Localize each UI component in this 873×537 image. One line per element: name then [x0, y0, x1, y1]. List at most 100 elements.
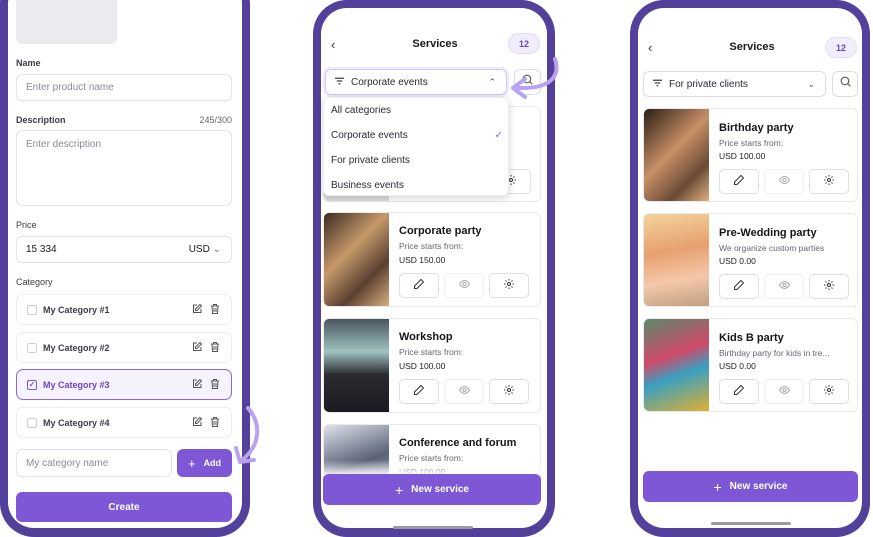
category-item[interactable]: ✓ My Category #3: [16, 369, 232, 400]
service-image: [324, 213, 389, 306]
new-service-button[interactable]: + New service: [643, 471, 858, 502]
chevron-down-icon: ⌄: [807, 78, 815, 89]
name-input[interactable]: Enter product name: [16, 74, 232, 101]
trash-icon[interactable]: [209, 378, 221, 392]
checkbox[interactable]: [27, 304, 37, 315]
settings-button[interactable]: [809, 379, 849, 404]
eye-icon: [778, 383, 791, 401]
edit-button[interactable]: [719, 169, 759, 194]
image-placeholder[interactable]: [16, 0, 117, 44]
settings-button[interactable]: [489, 273, 529, 298]
service-title: Kids B party: [719, 332, 784, 344]
description-counter: 245/300: [199, 115, 232, 125]
eye-icon: [458, 383, 471, 401]
category-name-input[interactable]: My category name: [16, 449, 172, 477]
category-item-label: My Category #1: [43, 304, 110, 315]
edit-button[interactable]: [719, 274, 759, 299]
option-label: Corporate events: [331, 130, 408, 141]
edit-button[interactable]: [719, 379, 759, 404]
edit-icon[interactable]: [191, 416, 203, 430]
back-icon[interactable]: ‹: [331, 37, 335, 52]
preview-button[interactable]: [764, 379, 804, 404]
service-subtitle: Price starts from:: [399, 347, 464, 357]
service-price: USD 100.00: [719, 151, 766, 161]
filter-icon: [334, 76, 345, 89]
service-subtitle: Birthday party for kids in tre...: [719, 348, 830, 358]
service-price: USD 150.00: [399, 255, 446, 265]
service-title: Pre-Wedding party: [719, 227, 817, 239]
filter-value: For private clients: [669, 78, 748, 90]
service-card[interactable]: Pre-Wedding party We organize custom par…: [643, 213, 858, 307]
service-title: Conference and forum: [399, 437, 517, 449]
dropdown-option[interactable]: Business events: [331, 180, 503, 191]
category-label: Category: [16, 277, 53, 287]
checkbox[interactable]: [27, 417, 37, 428]
description-textarea[interactable]: Enter description: [16, 130, 232, 206]
gear-icon: [823, 173, 835, 191]
service-price: USD 0.00: [719, 361, 756, 371]
category-item[interactable]: My Category #2: [16, 332, 232, 363]
chevron-up-icon: ⌃: [488, 76, 496, 87]
preview-button[interactable]: [444, 273, 484, 298]
service-card[interactable]: Birthday party Price starts from: USD 10…: [643, 108, 858, 202]
service-price: USD 100.00: [399, 361, 446, 371]
trash-icon[interactable]: [209, 341, 221, 355]
settings-button[interactable]: [809, 274, 849, 299]
annotation-arrow-icon: [511, 57, 559, 99]
dropdown-option[interactable]: All categories: [331, 105, 503, 116]
preview-button[interactable]: [764, 169, 804, 194]
preview-button[interactable]: [444, 379, 484, 404]
eye-icon: [778, 278, 791, 296]
trash-icon[interactable]: [209, 416, 221, 430]
category-filter-dropdown[interactable]: Corporate events ⌃: [325, 69, 507, 95]
category-item-label: My Category #2: [43, 342, 110, 353]
create-button[interactable]: Create: [16, 492, 232, 522]
pencil-icon: [413, 383, 425, 401]
gear-icon: [823, 383, 835, 401]
search-button[interactable]: [832, 71, 858, 97]
edit-icon[interactable]: [191, 378, 203, 392]
service-title: Corporate party: [399, 225, 482, 237]
pencil-icon: [733, 173, 745, 191]
filter-value: Corporate events: [351, 76, 428, 88]
edit-button[interactable]: [399, 273, 439, 298]
preview-button[interactable]: [764, 274, 804, 299]
add-label: Add: [203, 458, 222, 468]
plus-icon: +: [394, 481, 404, 498]
category-filter-dropdown[interactable]: For private clients ⌄: [643, 71, 826, 97]
checkbox-checked[interactable]: ✓: [27, 379, 37, 390]
service-image: [644, 109, 709, 201]
edit-icon[interactable]: [191, 341, 203, 355]
trash-icon[interactable]: [209, 303, 221, 317]
settings-button[interactable]: [809, 169, 849, 194]
service-card[interactable]: Corporate party Price starts from: USD 1…: [323, 212, 541, 307]
eye-icon: [458, 277, 471, 295]
home-indicator: [711, 522, 791, 525]
search-icon: [839, 75, 852, 93]
dropdown-option[interactable]: For private clients: [331, 155, 503, 166]
currency-select[interactable]: USD ⌄: [189, 244, 221, 255]
name-label: Name: [16, 58, 41, 68]
back-icon[interactable]: ‹: [648, 40, 652, 55]
service-title: Workshop: [399, 331, 453, 343]
edit-button[interactable]: [399, 379, 439, 404]
count-badge: 12: [508, 33, 540, 54]
service-card[interactable]: Kids B party Birthday party for kids in …: [643, 318, 858, 412]
option-label: For private clients: [331, 155, 410, 166]
gear-icon: [503, 277, 515, 295]
category-item[interactable]: My Category #4: [16, 407, 232, 438]
service-price: USD 0.00: [719, 256, 756, 266]
new-service-button[interactable]: + New service: [323, 474, 541, 505]
category-item-label: My Category #4: [43, 417, 110, 428]
settings-button[interactable]: [489, 379, 529, 404]
pencil-icon: [733, 383, 745, 401]
price-input[interactable]: 15 334 USD ⌄: [16, 236, 232, 263]
category-item[interactable]: My Category #1: [16, 294, 232, 325]
add-category-button[interactable]: + Add: [177, 449, 232, 477]
checkbox[interactable]: [27, 342, 37, 353]
service-title: Birthday party: [719, 122, 794, 134]
service-card[interactable]: Workshop Price starts from: USD 100.00: [323, 318, 541, 413]
category-dropdown-menu: All categories Corporate events ✓ For priva…: [323, 97, 509, 196]
dropdown-option[interactable]: Corporate events ✓: [331, 130, 503, 141]
edit-icon[interactable]: [191, 303, 203, 317]
